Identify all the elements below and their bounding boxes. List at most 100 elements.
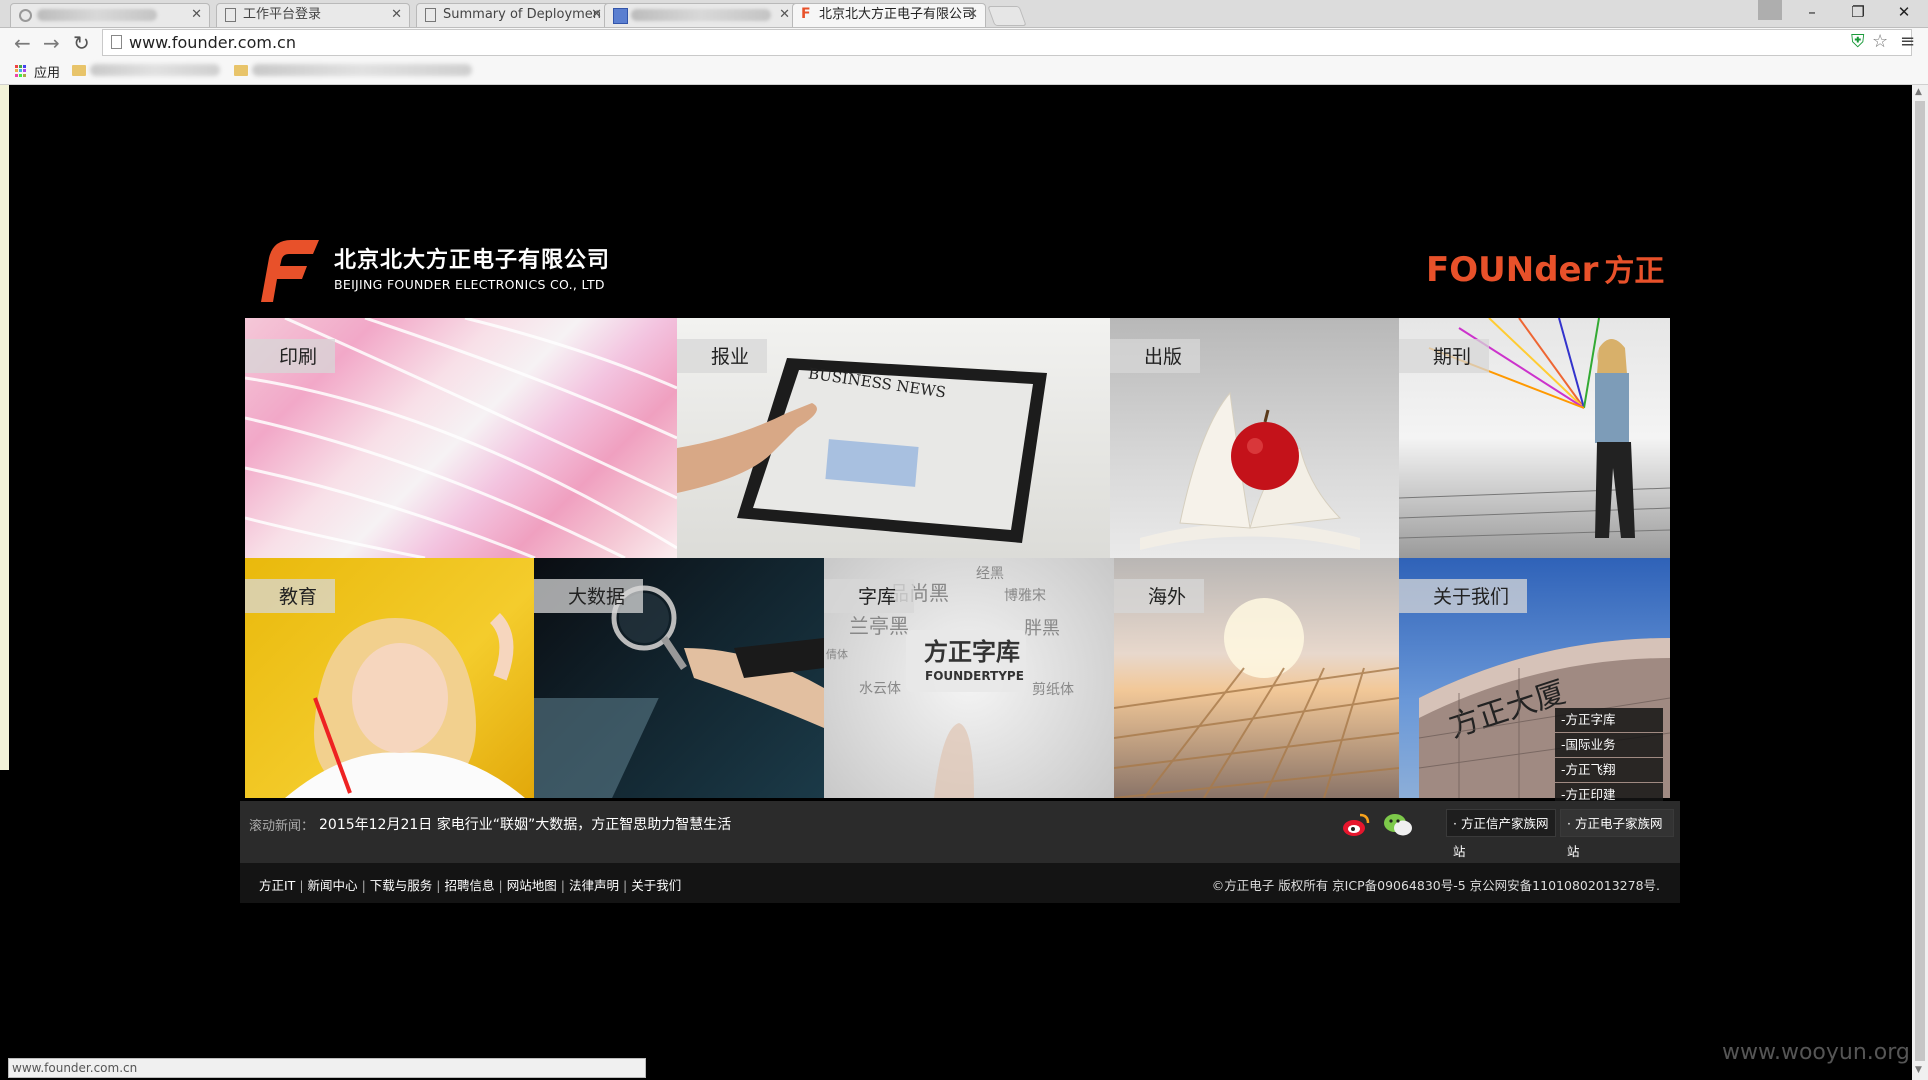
blurred-tab-title	[631, 8, 771, 21]
folder-icon[interactable]	[234, 65, 248, 76]
footer-link-founder-it[interactable]: 方正IT	[259, 878, 295, 893]
address-url[interactable]: www.founder.com.cn	[129, 33, 296, 52]
browser-tab-active[interactable]: F 北京北大方正电子有限公司 ✕	[792, 3, 986, 27]
left-edge-strip	[0, 85, 9, 770]
tile-bigdata[interactable]: 大数据	[534, 558, 824, 798]
tile-label: 出版	[1110, 339, 1201, 373]
page-footer: 方正IT | 新闻中心 | 下载与服务 | 招聘信息 | 网站地图 | 法律声明 | 关于我们 ©方正电…	[240, 863, 1680, 903]
image-icon	[613, 8, 628, 24]
tile-label: 字库	[824, 579, 915, 613]
star-bookmark-icon[interactable]: ☆	[1872, 31, 1888, 52]
apps-grid-icon[interactable]	[15, 65, 27, 77]
tile-newspaper[interactable]: BUSINESS NEWS 报业	[677, 318, 1110, 558]
tile-fonts[interactable]: 品尚黑 兰亭黑 博雅宋 经黑 胖黑 水云体 倩体 剪纸体 方正字库 FOUNDE…	[824, 558, 1114, 798]
news-ticker: 滚动新闻： 2015年12月21日 家电行业“联姻”大数据，方正智思助力智慧生活…	[240, 801, 1680, 863]
menu-icon[interactable]: ≡	[1900, 31, 1915, 52]
brand-cn: 方正	[1604, 254, 1665, 289]
footer-separator: |	[623, 878, 628, 893]
weibo-icon[interactable]	[1342, 811, 1370, 839]
foundertype-title: 方正字库	[924, 638, 1020, 666]
new-tab-button[interactable]	[987, 6, 1027, 26]
blurred-bookmark[interactable]	[90, 64, 220, 76]
close-tab-icon[interactable]: ✕	[391, 4, 402, 26]
browser-tab-2[interactable]: 工作平台登录 ✕	[216, 3, 410, 27]
wooyun-watermark: www.wooyun.org	[1722, 1040, 1910, 1065]
browser-toolbar: ← → ↻ www.founder.com.cn ⛨ ☆ ≡	[0, 28, 1928, 58]
tile-printing[interactable]: 印刷	[245, 318, 677, 558]
founder-brand-logo[interactable]: FOUNder 方正	[1426, 246, 1664, 290]
founder-f-logo-icon[interactable]	[255, 236, 319, 302]
footer-separator: |	[436, 878, 441, 893]
tile-education[interactable]: 教育	[245, 558, 534, 798]
xinchan-family-sites-button[interactable]: · 方正信产家族网站	[1446, 809, 1556, 859]
footer-link-sitemap[interactable]: 网站地图	[507, 878, 557, 893]
close-tab-icon[interactable]: ✕	[967, 4, 978, 26]
family-sites-dropdown: -方正字库 -国际业务 -方正飞翔 -方正印建	[1555, 708, 1663, 808]
business-tiles-grid: 印刷 BUSINESS NEWS 报业 出版 期刊 教育 大数据 品尚黑 兰亭黑…	[245, 318, 1670, 798]
browser-tab-3[interactable]: Summary of Deploymen ✕	[416, 3, 610, 27]
close-tab-icon[interactable]: ✕	[591, 4, 602, 26]
dropdown-item-fangzheng-feixiang[interactable]: -方正飞翔	[1555, 758, 1663, 782]
tile-label: 关于我们	[1399, 579, 1528, 613]
restore-button[interactable]: ❐	[1836, 0, 1880, 24]
font-sample: 剪纸体	[1032, 682, 1074, 698]
company-name-cn: 北京北大方正电子有限公司	[334, 248, 611, 273]
scroll-down-icon[interactable]: ▼	[1915, 1065, 1922, 1075]
dianzi-family-sites-button[interactable]: · 方正电子家族网站	[1560, 809, 1674, 859]
page-icon	[111, 35, 122, 49]
ticker-news-link[interactable]: 2015年12月21日 家电行业“联姻”大数据，方正智思助力智慧生活	[319, 814, 731, 834]
tab-title: 工作平台登录	[243, 7, 322, 22]
browser-tab-strip: ✕ 工作平台登录 ✕ Summary of Deploymen ✕ ✕ F 北京…	[0, 0, 1928, 28]
tile-label: 期刊	[1399, 339, 1490, 373]
tab-title: 北京北大方正电子有限公司	[819, 7, 976, 22]
tab-title: Summary of Deploymen	[443, 7, 602, 22]
apps-label[interactable]: 应用	[34, 62, 60, 81]
reload-icon[interactable]: ↻	[73, 31, 90, 55]
tile-label: 教育	[245, 579, 336, 613]
browser-tab-1[interactable]: ✕	[10, 3, 210, 27]
folder-icon[interactable]	[72, 65, 86, 76]
back-arrow-icon[interactable]: ←	[14, 31, 31, 55]
wechat-icon[interactable]	[1383, 811, 1413, 839]
close-tab-icon[interactable]: ✕	[779, 4, 790, 26]
tile-label: 海外	[1114, 579, 1205, 613]
scroll-up-icon[interactable]: ▲	[1915, 87, 1922, 97]
footer-separator: |	[361, 878, 366, 893]
shield-extension-icon[interactable]: ⛨	[1851, 31, 1865, 52]
font-sample: 经黑	[976, 566, 1004, 582]
tile-periodicals[interactable]: 期刊	[1399, 318, 1670, 558]
foundertype-subtitle: FOUNDERTYPE	[925, 669, 1024, 683]
address-bar[interactable]: www.founder.com.cn	[102, 29, 1912, 56]
footer-separator: |	[498, 878, 503, 893]
brand-en: FOUNder	[1426, 250, 1599, 290]
footer-link-news[interactable]: 新闻中心	[308, 878, 358, 893]
company-name-en: BEIJING FOUNDER ELECTRONICS CO., LTD	[334, 277, 605, 292]
footer-link-jobs[interactable]: 招聘信息	[445, 878, 495, 893]
vertical-scrollbar[interactable]: ▲ ▼	[1912, 85, 1928, 1080]
footer-link-about[interactable]: 关于我们	[631, 878, 681, 893]
browser-status-bar: www.founder.com.cn	[8, 1058, 646, 1078]
footer-link-download[interactable]: 下载与服务	[370, 878, 433, 893]
profile-icon[interactable]	[1758, 0, 1782, 20]
tile-overseas[interactable]: 海外	[1114, 558, 1399, 798]
browser-tab-4[interactable]: ✕	[604, 3, 798, 27]
bookmarks-bar: 应用	[0, 58, 1928, 85]
scrollbar-thumb[interactable]	[1915, 101, 1925, 1061]
page-icon	[425, 8, 436, 22]
close-tab-icon[interactable]: ✕	[191, 4, 202, 26]
dropdown-item-guoji-yewu[interactable]: -国际业务	[1555, 733, 1663, 757]
tile-label: 报业	[677, 339, 768, 373]
tile-label: 印刷	[245, 339, 336, 373]
footer-separator: |	[299, 878, 304, 893]
minimize-button[interactable]: –	[1790, 0, 1834, 24]
blurred-tab-title	[37, 8, 157, 21]
close-window-button[interactable]: ✕	[1882, 0, 1926, 24]
footer-link-legal[interactable]: 法律声明	[569, 878, 619, 893]
loading-icon	[19, 9, 32, 22]
forward-arrow-icon[interactable]: →	[43, 31, 60, 55]
blurred-bookmark[interactable]	[252, 64, 472, 76]
dropdown-item-fangzheng-ziku[interactable]: -方正字库	[1555, 708, 1663, 732]
tile-label: 大数据	[534, 579, 644, 613]
tile-publishing[interactable]: 出版	[1110, 318, 1399, 558]
ticker-label: 滚动新闻：	[249, 819, 315, 834]
